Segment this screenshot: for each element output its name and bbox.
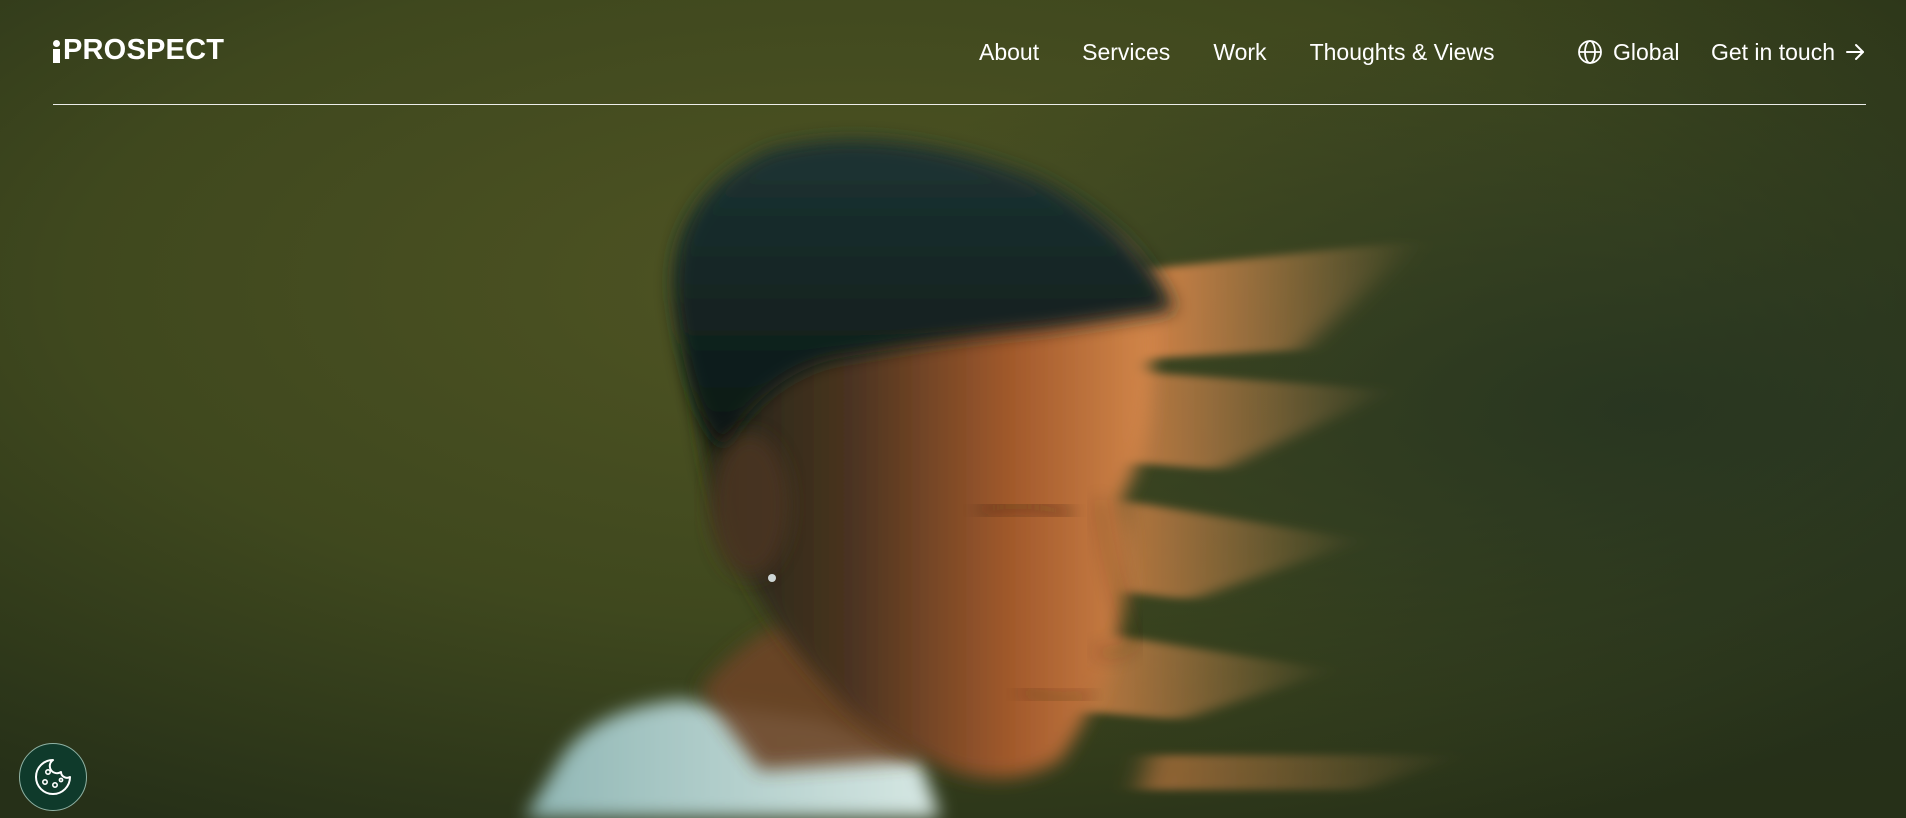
logo-dot [53,40,60,47]
cookie-icon [35,759,71,795]
nav-item-thoughts-views[interactable]: Thoughts & Views [1310,34,1495,70]
main-navigation: About Services Work Thoughts & Views [979,34,1495,70]
header-divider [53,104,1866,105]
nav-item-work[interactable]: Work [1213,34,1266,70]
cta-label: Get in touch [1710,39,1835,65]
site-header: PROSPECT About Services Work Thoughts & … [0,0,1906,106]
nav-item-services[interactable]: Services [1082,34,1170,70]
page: PROSPECT About Services Work Thoughts & … [0,0,1906,818]
region-selector[interactable]: Global [1576,34,1679,70]
nav-item-about[interactable]: About [979,34,1039,70]
get-in-touch-link[interactable]: Get in touch [1711,34,1866,70]
logo-wordmark: PROSPECT [63,34,225,66]
arrow-right-icon [1846,44,1864,60]
logo-mark-icon [53,37,61,63]
cookie-settings-button[interactable] [19,743,87,811]
hero-image [0,0,1906,818]
brand-logo[interactable]: PROSPECT [53,33,224,67]
globe-icon [1578,40,1602,64]
logo-stem [53,49,60,63]
region-label: Global [1613,39,1680,65]
